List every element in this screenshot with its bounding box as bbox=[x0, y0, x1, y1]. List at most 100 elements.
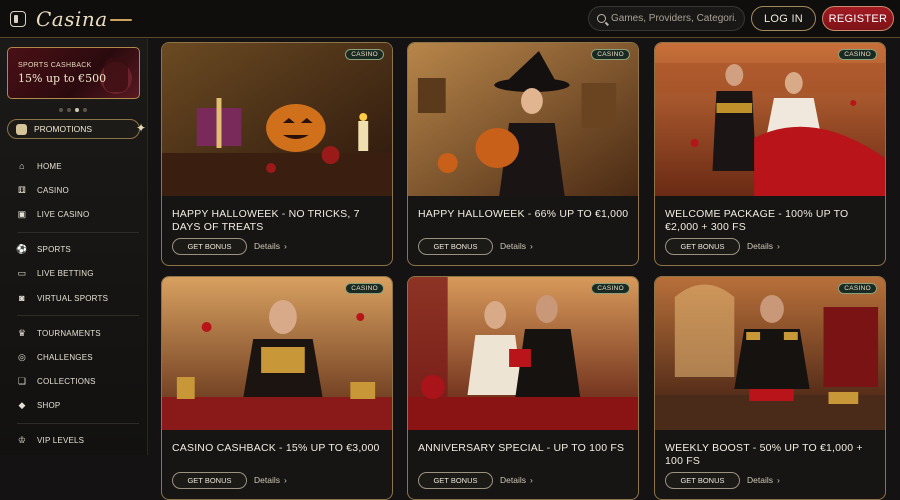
sidebar-item-collections[interactable]: ❏ COLLECTIONS bbox=[17, 370, 142, 394]
get-bonus-button[interactable]: GET BONUS bbox=[172, 238, 247, 255]
details-link[interactable]: Details › bbox=[747, 241, 780, 251]
details-link[interactable]: Details › bbox=[500, 475, 533, 485]
sidebar-item-label: VIP LEVELS bbox=[37, 436, 85, 446]
register-button[interactable]: REGISTER bbox=[822, 6, 894, 31]
ball-icon: ⚽ bbox=[16, 244, 28, 255]
promo-card[interactable]: CASINO ANNIVERSARY SPECIAL - UP TO 100 F… bbox=[407, 276, 639, 500]
promo-card[interactable]: CASINO WELCOME PACKAGE - 100% UP TO €2,0… bbox=[654, 42, 886, 266]
sidebar-item-casino[interactable]: ⚅ CASINO bbox=[17, 178, 142, 202]
sidebar-item-label: CHALLENGES bbox=[37, 352, 93, 362]
card-title: HAPPY HALLOWEEK - NO TRICKS, 7 DAYS OF T… bbox=[172, 208, 360, 233]
sidebar-item-label: LIVE CASINO bbox=[37, 209, 90, 219]
live-tv-icon: ▭ bbox=[17, 268, 27, 279]
chevron-right-icon: › bbox=[529, 241, 533, 251]
get-bonus-button[interactable]: GET BONUS bbox=[418, 472, 493, 489]
sidebar-item-label: TOURNAMENTS bbox=[37, 328, 101, 338]
get-bonus-button[interactable]: GET BONUS bbox=[665, 472, 740, 489]
sidebar-nav: ⌂ HOME ⚅ CASINO ▣ LIVE CASINO ⚽ SPORTS ▭ LIVE… bbox=[16, 154, 142, 453]
category-badge: CASINO bbox=[345, 49, 384, 60]
promo-card[interactable]: CASINO HAPPY HALLOWEEK - NO TRICKS, 7 DA… bbox=[161, 42, 393, 266]
search-box[interactable] bbox=[588, 6, 745, 31]
logo-text: Casina bbox=[36, 6, 108, 31]
sidebar-item-live-casino[interactable]: ▣ LIVE CASINO bbox=[17, 202, 142, 226]
chevron-right-icon: › bbox=[776, 475, 780, 485]
details-label: Details bbox=[500, 241, 526, 251]
sidebar-item-promotions[interactable]: PROMOTIONS bbox=[7, 119, 140, 139]
sidebar-item-label: COLLECTIONS bbox=[37, 377, 96, 387]
get-bonus-button[interactable]: GET BONUS bbox=[665, 238, 740, 255]
carousel-dot[interactable] bbox=[83, 108, 87, 112]
details-label: Details bbox=[254, 475, 280, 485]
promo-card[interactable]: CASINO HAPPY HALLOWEEK - 66% UP TO €1,00… bbox=[407, 42, 639, 266]
home-icon: ⌂ bbox=[19, 161, 25, 172]
sidebar-item-home[interactable]: ⌂ HOME bbox=[17, 154, 142, 178]
card-image-casino-table bbox=[162, 277, 392, 430]
search-icon bbox=[597, 14, 606, 23]
sidebar-item-live-betting[interactable]: ▭ LIVE BETTING bbox=[17, 262, 142, 286]
sidebar-item-label: VIRTUAL SPORTS bbox=[37, 293, 109, 303]
sidebar-toggle-icon[interactable] bbox=[10, 10, 26, 27]
sidebar-item-label: PROMOTIONS bbox=[34, 124, 93, 134]
sidebar-item-challenges[interactable]: ◎ CHALLENGES bbox=[17, 345, 142, 369]
card-image-anniversary bbox=[408, 277, 638, 430]
chevron-right-icon: › bbox=[776, 241, 780, 251]
sidebar: SPORTS CASHBACK 15% up to €500 PROMOTION… bbox=[0, 39, 148, 455]
details-link[interactable]: Details › bbox=[254, 475, 287, 485]
details-link[interactable]: Details › bbox=[747, 475, 780, 485]
live-cards-icon: ▣ bbox=[17, 208, 27, 219]
details-link[interactable]: Details › bbox=[254, 241, 287, 251]
banner-line-1: SPORTS CASHBACK bbox=[18, 62, 92, 69]
sidebar-item-vip-levels[interactable]: ♔ VIP LEVELS bbox=[17, 429, 142, 453]
target-icon: ◎ bbox=[17, 351, 27, 362]
sidebar-item-tournaments[interactable]: ♛ TOURNAMENTS bbox=[17, 321, 142, 345]
nav-divider bbox=[17, 315, 139, 317]
sidebar-item-shop[interactable]: ◆ SHOP bbox=[17, 394, 142, 418]
sidebar-item-label: HOME bbox=[37, 161, 62, 171]
chevron-right-icon: › bbox=[283, 475, 287, 485]
nav-divider bbox=[17, 231, 139, 233]
banner-carousel-dots[interactable] bbox=[59, 108, 87, 112]
sidebar-promo-banner[interactable]: SPORTS CASHBACK 15% up to €500 bbox=[7, 47, 140, 99]
carousel-dot[interactable] bbox=[67, 108, 71, 112]
get-bonus-button[interactable]: GET BONUS bbox=[172, 472, 247, 489]
category-badge: CASINO bbox=[838, 49, 877, 60]
card-title: ANNIVERSARY SPECIAL - UP TO 100 FS bbox=[418, 442, 625, 454]
card-image-witch bbox=[408, 43, 638, 196]
chevron-right-icon: › bbox=[529, 475, 533, 485]
card-title: CASINO CASHBACK - 15% UP TO €3,000 bbox=[172, 442, 380, 454]
promotions-grid: CASINO HAPPY HALLOWEEK - NO TRICKS, 7 DA… bbox=[150, 39, 900, 500]
shop-icon: ◆ bbox=[18, 400, 26, 411]
sidebar-item-label: SHOP bbox=[37, 401, 61, 411]
carousel-dot[interactable] bbox=[59, 108, 63, 112]
promo-card[interactable]: CASINO CASINO CASHBACK - 15% UP TO €3,00… bbox=[161, 276, 393, 500]
top-bar: Casina LOG IN REGISTER bbox=[0, 0, 900, 38]
search-input[interactable] bbox=[611, 13, 736, 24]
details-label: Details bbox=[500, 475, 526, 485]
virtual-icon: ◙ bbox=[19, 293, 25, 304]
login-button[interactable]: LOG IN bbox=[751, 6, 816, 31]
details-link[interactable]: Details › bbox=[500, 241, 533, 251]
details-label: Details bbox=[747, 475, 773, 485]
logo[interactable]: Casina bbox=[36, 7, 132, 31]
category-badge: CASINO bbox=[591, 49, 630, 60]
carousel-dot-active[interactable] bbox=[75, 108, 79, 112]
category-badge: CASINO bbox=[838, 283, 877, 294]
dice-icon: ⚅ bbox=[17, 184, 27, 195]
collection-icon: ❏ bbox=[17, 376, 27, 387]
card-image-halloween-table bbox=[162, 43, 392, 196]
trophy-icon: ♛ bbox=[17, 327, 27, 338]
card-image-weekly-boost bbox=[655, 277, 885, 430]
sidebar-item-label: CASINO bbox=[37, 185, 69, 195]
banner-line-2: 15% up to €500 bbox=[18, 72, 107, 85]
category-badge: CASINO bbox=[345, 283, 384, 294]
details-label: Details bbox=[254, 241, 280, 251]
card-image-dancers bbox=[655, 43, 885, 196]
get-bonus-button[interactable]: GET BONUS bbox=[418, 238, 493, 255]
nav-divider bbox=[17, 422, 139, 424]
chevron-right-icon: › bbox=[283, 241, 287, 251]
gift-icon bbox=[16, 123, 27, 135]
sidebar-item-sports[interactable]: ⚽ SPORTS bbox=[16, 238, 142, 262]
sidebar-item-virtual-sports[interactable]: ◙ VIRTUAL SPORTS bbox=[17, 286, 142, 310]
promo-card[interactable]: CASINO WEEKLY BOOST - 50% UP TO €1,000 +… bbox=[654, 276, 886, 500]
category-badge: CASINO bbox=[591, 283, 630, 294]
